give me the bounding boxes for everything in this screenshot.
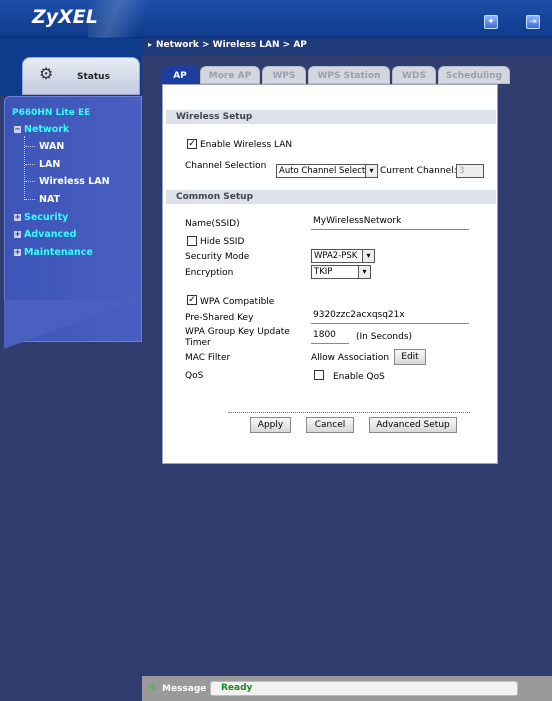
expand-icon: + [14, 248, 21, 256]
sidebar-item-security[interactable]: + Security [14, 212, 68, 223]
sidebar-item-label: Maintenance [24, 247, 93, 258]
encryption-value: TKIP [314, 267, 333, 277]
status-tab[interactable]: ⚙ Status [22, 57, 140, 95]
security-mode-value: WPA2-PSK [314, 251, 358, 261]
enable-wireless-label: Enable Wireless LAN [200, 140, 293, 150]
cancel-button[interactable]: Cancel [306, 417, 354, 433]
group-key-label-line1: WPA Group Key Update [185, 327, 290, 337]
tree-branch [25, 181, 35, 182]
sidebar-item-lan[interactable]: LAN [39, 159, 60, 170]
mac-filter-value: Allow Association [311, 353, 390, 363]
security-mode-label: Security Mode [185, 252, 250, 262]
device-name: P660HN Lite EE [12, 108, 91, 118]
tab-more-ap[interactable]: More AP [200, 66, 260, 84]
logo-highlight [88, 0, 178, 38]
encryption-select[interactable]: TKIP ▾ [311, 265, 371, 279]
sidebar-item-maintenance[interactable]: + Maintenance [14, 247, 93, 258]
security-mode-select[interactable]: WPA2-PSK ▾ [311, 249, 375, 263]
tree-branch [25, 199, 35, 200]
wpa-compatible-checkbox[interactable]: ✓ [187, 295, 197, 305]
menu-panel-tail [4, 300, 142, 370]
tree-branch [25, 146, 35, 147]
channel-select[interactable]: Auto Channel Select ▾ [276, 164, 378, 178]
channel-select-value: Auto Channel Select [279, 166, 366, 176]
psk-input[interactable]: 9320zzc2acxqsq21x [311, 309, 469, 324]
zyxel-logo: ZyXEL [32, 6, 98, 28]
group-key-label-line2: Timer [185, 338, 211, 348]
apply-button[interactable]: Apply [250, 417, 291, 433]
tab-wds[interactable]: WDS [392, 66, 436, 84]
wpa-compatible-label: WPA Compatible [200, 297, 275, 307]
group-key-timer-input[interactable]: 1800 [311, 329, 349, 344]
tab-wps[interactable]: WPS [262, 66, 306, 84]
sidebar-item-nat[interactable]: NAT [39, 194, 60, 205]
current-channel-label: Current Channel: [380, 166, 457, 176]
message-icon: ⁜ [149, 683, 157, 693]
advanced-setup-button[interactable]: Advanced Setup [369, 417, 457, 433]
logout-icon[interactable]: ⇥ [526, 15, 540, 29]
sidebar-item-wan[interactable]: WAN [39, 141, 64, 152]
ssid-label: Name(SSID) [185, 219, 240, 229]
edit-mac-filter-button[interactable]: Edit [394, 349, 426, 365]
qos-label: QoS [185, 371, 204, 381]
common-setup-header: Common Setup [166, 190, 496, 204]
tab-wps-station[interactable]: WPS Station [308, 66, 390, 84]
status-label: Status [77, 72, 110, 82]
encryption-label: Encryption [185, 268, 234, 278]
ssid-input[interactable]: MyWirelessNetwork [311, 215, 469, 230]
breadcrumb: ▸ Network > Wireless LAN > AP [148, 40, 307, 50]
sidebar-item-label: Advanced [24, 229, 77, 240]
current-channel-field: 3 [456, 164, 484, 178]
wizard-icon[interactable]: ✦ [484, 15, 498, 29]
message-label: Message [162, 684, 207, 694]
expand-icon: + [14, 230, 21, 238]
sidebar-item-label: Security [24, 212, 69, 223]
hide-ssid-label: Hide SSID [200, 237, 245, 247]
collapse-icon: − [14, 125, 21, 133]
sidebar-item-advanced[interactable]: + Advanced [14, 229, 76, 240]
enable-qos-label: Enable QoS [333, 372, 385, 382]
expand-icon: + [14, 213, 21, 221]
sidebar-item-network[interactable]: − Network [14, 124, 69, 135]
group-key-unit: (In Seconds) [356, 332, 413, 342]
chevron-down-icon: ▾ [362, 250, 374, 262]
channel-selection-label: Channel Selection [185, 161, 267, 171]
tab-scheduling[interactable]: Scheduling [438, 66, 510, 84]
top-bar: ZyXEL ✦ ⇥ [0, 0, 552, 38]
mac-filter-label: MAC Filter [185, 353, 231, 363]
breadcrumb-text: Network > Wireless LAN > AP [156, 40, 307, 50]
chevron-down-icon: ▾ [365, 165, 377, 177]
sidebar-item-label: Network [24, 124, 70, 135]
enable-qos-checkbox[interactable] [314, 370, 324, 380]
tab-ap[interactable]: AP [162, 66, 198, 84]
enable-wireless-checkbox[interactable]: ✓ [187, 139, 197, 149]
message-box: Ready [210, 681, 518, 696]
wireless-setup-header: Wireless Setup [166, 110, 496, 124]
router-icon: ⚙ [39, 64, 54, 83]
breadcrumb-arrow-icon: ▸ [148, 40, 153, 49]
sidebar-item-wireless-lan[interactable]: Wireless LAN [39, 176, 110, 187]
psk-label: Pre-Shared Key [185, 313, 254, 323]
tree-branch [25, 164, 35, 165]
hide-ssid-checkbox[interactable] [187, 236, 197, 246]
divider [228, 412, 470, 413]
chevron-down-icon: ▾ [358, 266, 370, 278]
